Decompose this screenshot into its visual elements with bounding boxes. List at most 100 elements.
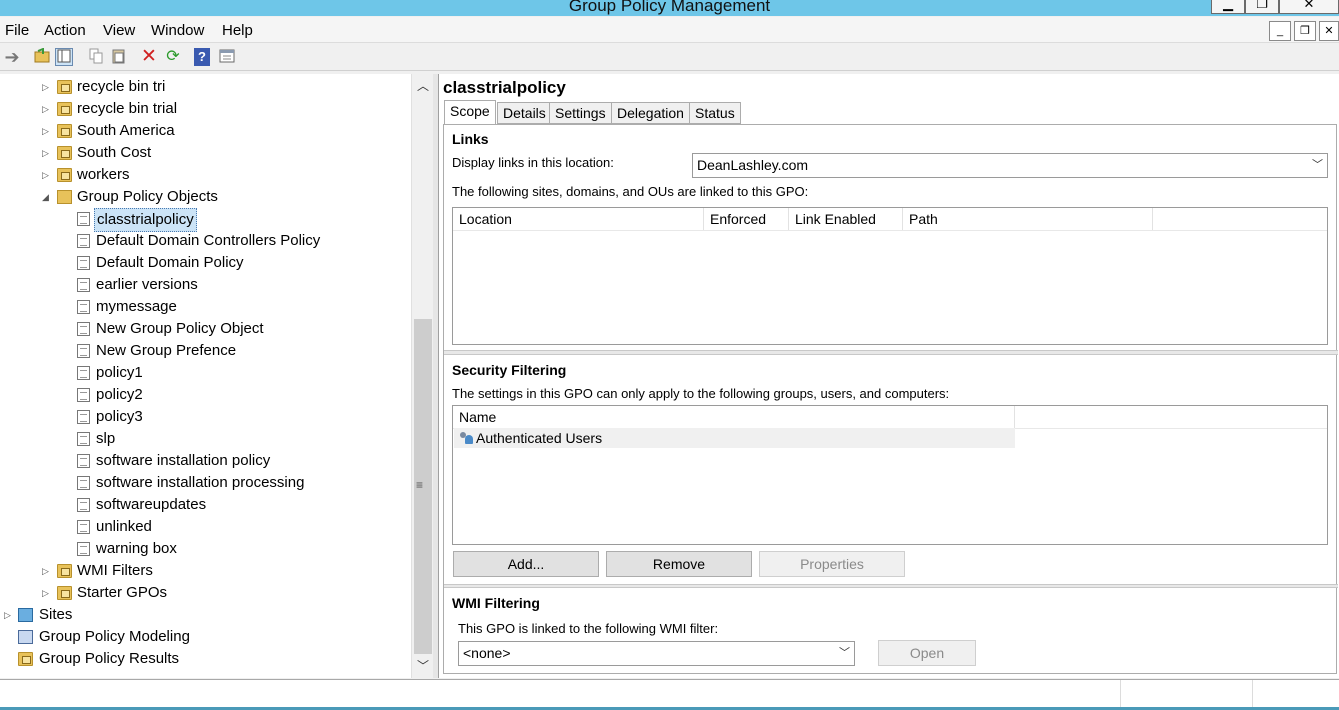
tree-item-default-domain-policy[interactable]: Default Domain Policy	[0, 252, 400, 274]
list-item-authenticated-users[interactable]: Authenticated Users	[454, 428, 1015, 448]
column-location[interactable]: Location	[453, 208, 704, 230]
security-filtering-heading: Security Filtering	[452, 362, 567, 378]
tree-scrollbar[interactable]: ︿ ≡ ﹀	[411, 74, 433, 678]
tree-item-label: recycle bin trial	[77, 100, 178, 117]
tab-scope[interactable]: Scope	[444, 100, 496, 125]
scroll-up-icon[interactable]: ︿	[415, 78, 431, 94]
tree-item-workers[interactable]: ▷ workers	[0, 164, 400, 186]
details-pane: classtrialpolicy Scope Details Settings …	[438, 74, 1339, 678]
links-heading: Links	[452, 131, 489, 147]
expand-arrow-icon[interactable]: ▷	[42, 76, 52, 98]
open-folder-icon[interactable]	[33, 47, 51, 66]
gpo-icon	[77, 542, 90, 556]
tab-details[interactable]: Details	[497, 102, 552, 124]
menu-help[interactable]: Help	[222, 22, 253, 39]
security-filtering-list[interactable]: Name Authenticated Users	[452, 405, 1328, 545]
properties-button[interactable]: Properties	[759, 551, 905, 577]
links-list[interactable]: Location Enforced Link Enabled Path	[452, 207, 1328, 345]
tree-item-classtrialpolicy[interactable]: classtrialpolicy	[0, 208, 400, 232]
paste-icon[interactable]	[110, 48, 128, 66]
back-arrow-icon[interactable]: ➔	[3, 48, 21, 66]
column-link-enabled[interactable]: Link Enabled	[789, 208, 903, 230]
tree-item-software-installation-processing[interactable]: software installation processing	[0, 472, 400, 494]
tree-item-earlier-versions[interactable]: earlier versions	[0, 274, 400, 296]
expand-arrow-icon[interactable]: ▷	[42, 98, 52, 120]
tree-item-south-america[interactable]: ▷ South America	[0, 120, 400, 142]
minimize-window-button[interactable]: ▁	[1211, 0, 1245, 14]
tree-item-unlinked[interactable]: unlinked	[0, 516, 400, 538]
remove-button[interactable]: Remove	[606, 551, 752, 577]
menu-file[interactable]: File	[5, 22, 29, 39]
mdi-minimize-button[interactable]: _	[1269, 21, 1291, 41]
scroll-down-icon[interactable]: ﹀	[415, 658, 431, 674]
tree-item-south-cost[interactable]: ▷ South Cost	[0, 142, 400, 164]
expand-arrow-icon[interactable]: ▷	[4, 604, 14, 626]
tree-item-sites[interactable]: ▷ Sites	[0, 604, 400, 626]
tab-delegation[interactable]: Delegation	[611, 102, 690, 124]
tree-item-group-policy-modeling[interactable]: Group Policy Modeling	[0, 626, 400, 648]
delete-icon[interactable]: ✕	[140, 47, 158, 66]
tree-item-group-policy-results[interactable]: Group Policy Results	[0, 648, 400, 670]
add-button[interactable]: Add...	[453, 551, 599, 577]
expand-arrow-icon[interactable]: ▷	[42, 120, 52, 142]
mdi-restore-button[interactable]: ❐	[1294, 21, 1316, 41]
tree-item-wmi-filters[interactable]: ▷ WMI Filters	[0, 560, 400, 582]
column-path[interactable]: Path	[903, 208, 1153, 230]
tree-item-recycle-bin-tri[interactable]: ▷ recycle bin tri	[0, 76, 400, 98]
display-links-dropdown[interactable]: DeanLashley.com ﹀	[692, 153, 1328, 178]
expand-arrow-icon[interactable]: ▷	[42, 560, 52, 582]
tree-item-policy3[interactable]: policy3	[0, 406, 400, 428]
column-name[interactable]: Name	[453, 406, 1015, 428]
list-item-label: Authenticated Users	[476, 430, 603, 446]
tree-item-warning-box[interactable]: warning box	[0, 538, 400, 560]
collapse-arrow-icon[interactable]: ◢	[42, 186, 52, 208]
expand-arrow-icon[interactable]: ▷	[42, 582, 52, 604]
close-window-button[interactable]: ✕	[1279, 0, 1339, 14]
ou-folder-icon	[57, 80, 72, 94]
menu-view[interactable]: View	[103, 22, 135, 39]
menu-action[interactable]: Action	[44, 22, 86, 39]
refresh-icon[interactable]: ⟳	[164, 48, 182, 66]
show-hide-console-tree-icon[interactable]	[55, 48, 73, 66]
tree-item-label: WMI Filters	[77, 562, 153, 579]
tree-item-label: Group Policy Modeling	[39, 628, 190, 645]
status-bar	[0, 679, 1339, 710]
ou-folder-icon	[57, 146, 72, 160]
tab-status[interactable]: Status	[689, 102, 741, 124]
tree-item-group-policy-objects[interactable]: ◢ Group Policy Objects	[0, 186, 400, 208]
section-splitter[interactable]	[444, 350, 1338, 355]
tree-item-policy2[interactable]: policy2	[0, 384, 400, 406]
menu-window[interactable]: Window	[151, 22, 204, 39]
mdi-close-button[interactable]: ✕	[1319, 21, 1339, 41]
tree-item-starter-gpos[interactable]: ▷ Starter GPOs	[0, 582, 400, 604]
restore-window-button[interactable]: ❐	[1245, 0, 1279, 14]
tree-item-policy1[interactable]: policy1	[0, 362, 400, 384]
column-enforced[interactable]: Enforced	[704, 208, 789, 230]
tab-settings[interactable]: Settings	[549, 102, 612, 124]
tree-item-recycle-bin-trial[interactable]: ▷ recycle bin trial	[0, 98, 400, 120]
tree-item-slp[interactable]: slp	[0, 428, 400, 450]
copy-icon[interactable]	[87, 48, 105, 66]
group-policy-results-icon	[18, 652, 33, 666]
tree-item-label: South America	[77, 122, 175, 139]
tree-item-mymessage[interactable]: mymessage	[0, 296, 400, 318]
menu-bar: File Action View Window Help	[0, 17, 1339, 43]
tree-item-label: Group Policy Objects	[77, 188, 218, 205]
gpo-container-icon	[57, 190, 72, 204]
scope-tab-panel: Links Display links in this location: De…	[443, 124, 1338, 674]
ou-folder-icon	[57, 168, 72, 182]
tree-item-new-group-prefence[interactable]: New Group Prefence	[0, 340, 400, 362]
wmi-filter-dropdown[interactable]: <none> ﹀	[458, 641, 855, 666]
expand-arrow-icon[interactable]: ▷	[42, 142, 52, 164]
gpo-icon	[77, 278, 90, 292]
tree-item-new-group-policy-object[interactable]: New Group Policy Object	[0, 318, 400, 340]
properties-icon[interactable]	[218, 48, 236, 66]
open-button[interactable]: Open	[878, 640, 976, 666]
tree-item-softwareupdates[interactable]: softwareupdates	[0, 494, 400, 516]
expand-arrow-icon[interactable]: ▷	[42, 164, 52, 186]
gpo-icon	[77, 520, 90, 534]
tree-item-software-installation-policy[interactable]: software installation policy	[0, 450, 400, 472]
section-splitter[interactable]	[444, 584, 1338, 588]
help-icon[interactable]: ?	[194, 48, 210, 66]
tree-item-default-domain-controllers-policy[interactable]: Default Domain Controllers Policy	[0, 230, 400, 252]
